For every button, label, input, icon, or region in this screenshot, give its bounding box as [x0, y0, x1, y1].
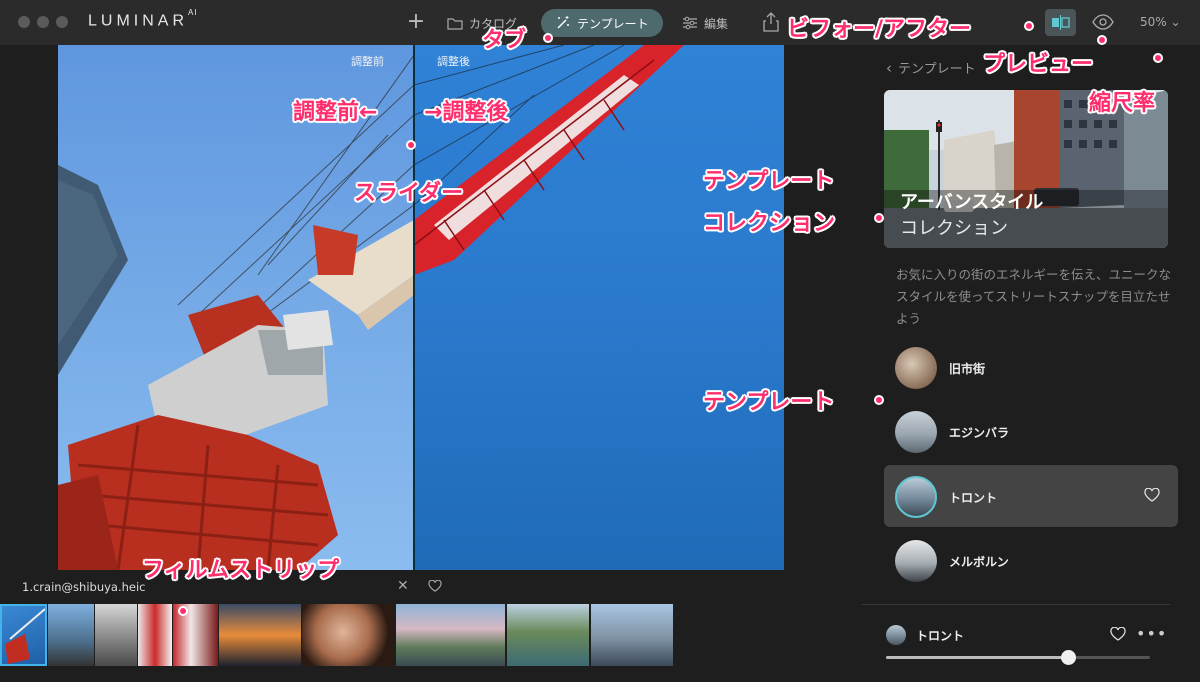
- heart-icon[interactable]: [428, 580, 442, 592]
- close-window-button[interactable]: [18, 16, 30, 28]
- panel-divider: [862, 604, 1170, 605]
- folder-icon: [447, 17, 463, 30]
- annotation-dot: [406, 140, 416, 150]
- filmstrip-thumbnail[interactable]: [95, 604, 137, 666]
- annotation-filmstrip: フィルムストリップ: [142, 558, 340, 583]
- annotation-tab: タブ: [482, 28, 527, 53]
- annotation-zoom: 縮尺率: [1089, 91, 1156, 116]
- annotation-dot: [178, 606, 188, 616]
- chevron-left-icon: ‹: [886, 58, 892, 77]
- app-logo: LUMINARAI: [88, 8, 198, 30]
- filmstrip-thumbnail[interactable]: [302, 604, 393, 666]
- template-thumbnail: [895, 540, 937, 582]
- annotation-preview: プレビュー: [983, 52, 1094, 77]
- annotation-after: →調整後: [424, 100, 509, 125]
- filmstrip-thumbnail[interactable]: [591, 604, 673, 666]
- annotation-dot: [1024, 21, 1034, 31]
- filmstrip-thumbnail[interactable]: [507, 604, 589, 666]
- collection-subtitle: コレクション: [900, 218, 1008, 239]
- annotation-dot: [874, 213, 884, 223]
- chevron-down-icon: ⌄: [1170, 15, 1181, 29]
- collection-title: アーバンスタイル: [900, 192, 1044, 213]
- filmstrip-thumbnail[interactable]: [138, 604, 172, 666]
- share-icon[interactable]: [762, 12, 780, 32]
- template-thumbnail: [895, 476, 937, 518]
- current-file-name: 1.crain@shibuya.heic: [22, 580, 146, 594]
- template-amount-slider[interactable]: [886, 650, 1150, 665]
- sliders-icon: [683, 16, 697, 30]
- template-thumbnail: [895, 411, 937, 453]
- heart-icon[interactable]: [1110, 627, 1126, 641]
- back-to-templates-button[interactable]: ‹ テンプレート: [886, 58, 976, 78]
- preview-eye-icon[interactable]: [1092, 13, 1114, 31]
- close-icon[interactable]: ✕: [397, 578, 409, 594]
- filmstrip-thumbnail[interactable]: [219, 604, 301, 666]
- tab-templates[interactable]: テンプレート: [541, 9, 663, 37]
- annotation-dot: [543, 33, 553, 43]
- filmstrip-thumbnail[interactable]: [396, 604, 505, 666]
- before-after-slider[interactable]: [413, 45, 415, 570]
- template-item-toronto[interactable]: トロント: [884, 465, 1178, 527]
- after-label: 調整後: [437, 55, 470, 68]
- current-template-name: トロント: [916, 629, 965, 643]
- tab-edit[interactable]: 編集: [682, 9, 728, 37]
- annotation-dot: [874, 395, 884, 405]
- template-name: 旧市街: [949, 362, 986, 376]
- template-item-melbourne[interactable]: メルボルン: [884, 529, 1178, 591]
- annotation-template: テンプレート: [703, 390, 835, 415]
- annotation-dot: [1153, 53, 1163, 63]
- before-label: 調整前: [351, 55, 384, 68]
- collection-description: お気に入りの街のエネルギーを伝え、ユニークなスタイルを使ってストリートスナップを…: [896, 267, 1172, 326]
- annotation-before-after: ビフォー/アフター: [787, 17, 972, 42]
- minimize-window-button[interactable]: [37, 16, 49, 28]
- annotation-before: 調整前←: [293, 100, 378, 125]
- current-template-thumbnail: [886, 625, 906, 645]
- template-amount-knob[interactable]: [1060, 650, 1076, 665]
- more-options-icon[interactable]: •••: [1136, 624, 1167, 643]
- template-name: メルボルン: [949, 555, 1009, 569]
- top-toolbar: LUMINARAI + カタログ テンプレート 編集 50% ⌄: [0, 0, 1200, 45]
- template-name: エジンバラ: [949, 426, 1010, 440]
- add-photos-button[interactable]: +: [404, 8, 428, 36]
- annotation-slider: スライダー: [354, 181, 464, 206]
- photo-canvas[interactable]: 調整前 調整後: [58, 45, 784, 570]
- template-item-edinburgh[interactable]: エジンバラ: [884, 400, 1178, 462]
- heart-icon[interactable]: [1144, 488, 1160, 502]
- before-after-toggle-button[interactable]: [1045, 9, 1076, 36]
- zoom-dropdown[interactable]: 50% ⌄: [1140, 15, 1181, 29]
- annotation-collection-line1: テンプレート: [703, 169, 835, 194]
- template-name: トロント: [949, 491, 998, 505]
- template-amount-fill: [886, 656, 1069, 659]
- maximize-window-button[interactable]: [56, 16, 68, 28]
- template-item-old-town[interactable]: 旧市街: [884, 336, 1178, 398]
- template-thumbnail: [895, 347, 937, 389]
- split-view-icon: [1052, 15, 1070, 30]
- annotation-collection-line2: コレクション: [703, 211, 836, 236]
- magic-wand-icon: [557, 16, 569, 29]
- annotation-dot: [1097, 35, 1107, 45]
- filmstrip-thumbnail[interactable]: [48, 604, 94, 666]
- filmstrip-thumbnail-selected[interactable]: [0, 604, 47, 666]
